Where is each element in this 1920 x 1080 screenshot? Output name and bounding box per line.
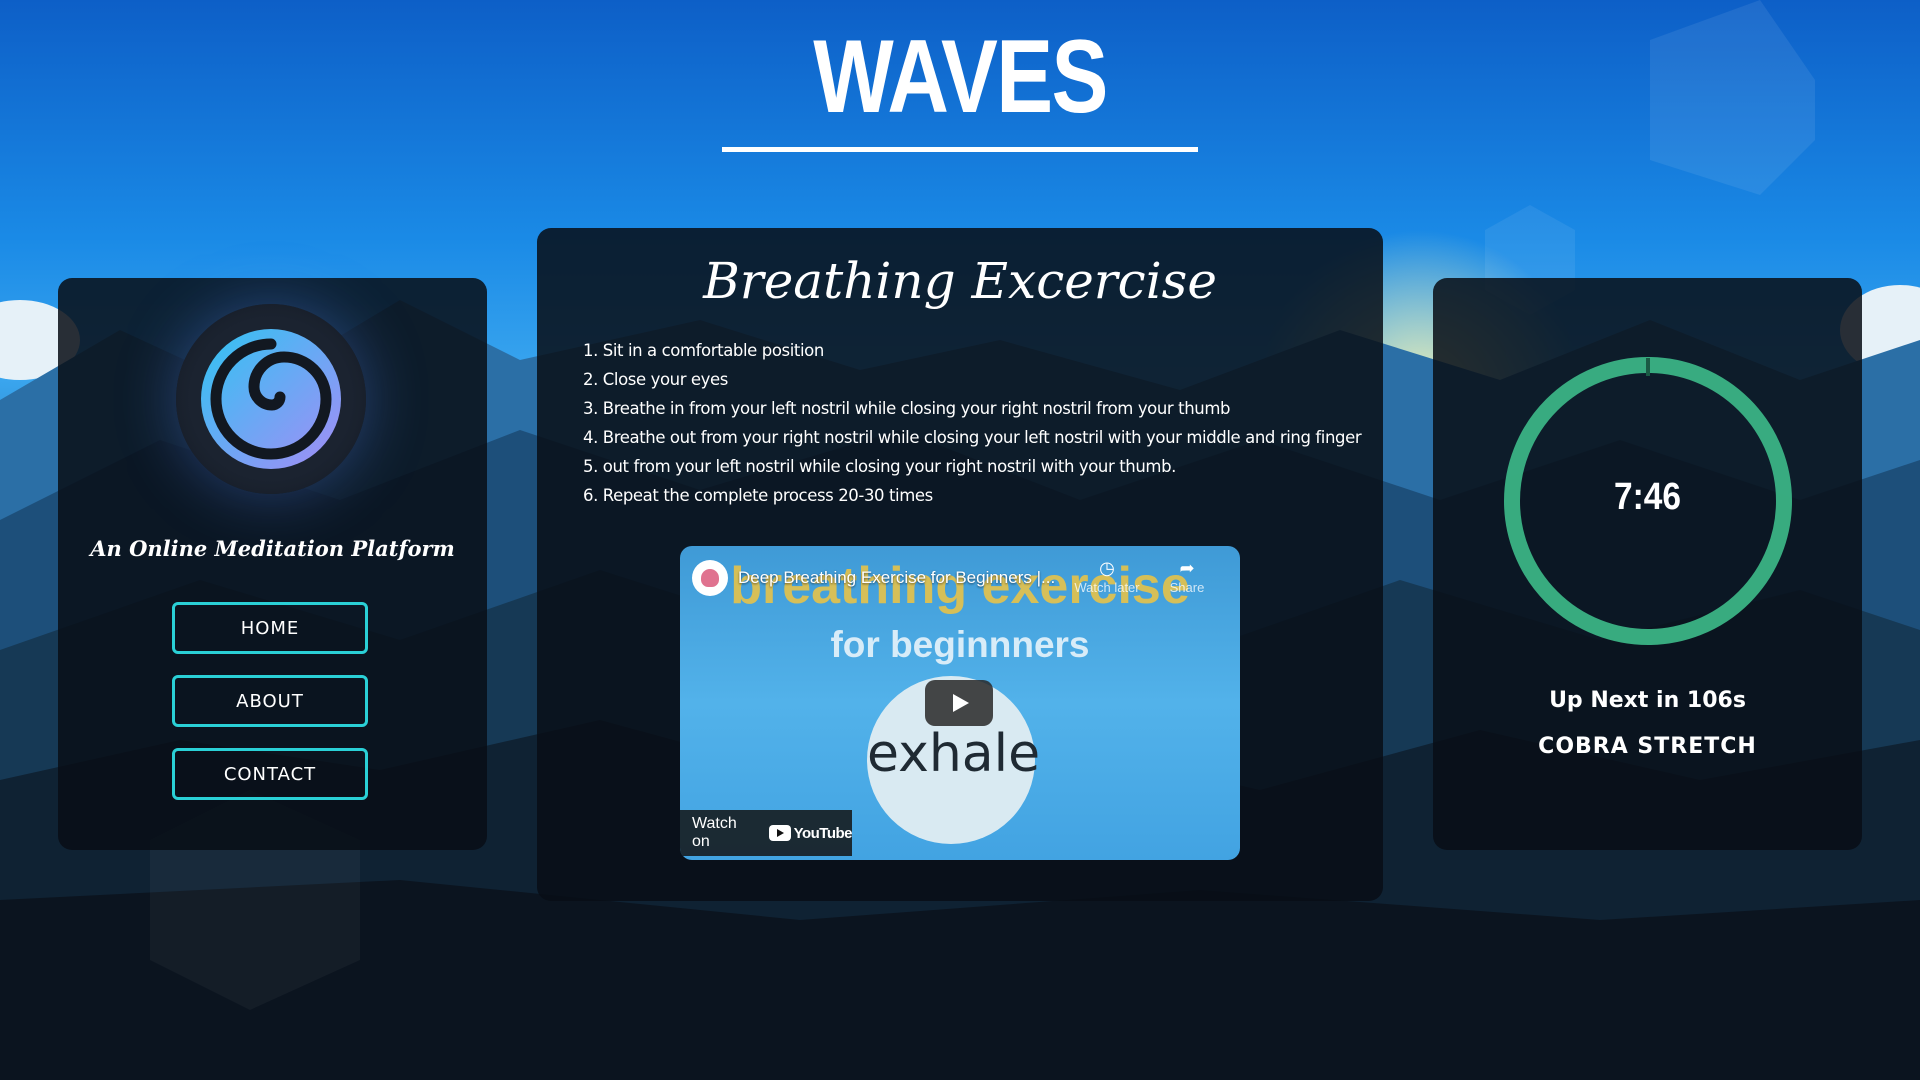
nav-contact-button[interactable]: CONTACT (172, 748, 368, 800)
exercise-panel: Breathing Excercise 1. Sit in a comforta… (537, 228, 1383, 901)
step-item: 5. out from your left nostril while clos… (583, 457, 1176, 476)
video-title[interactable]: Deep Breathing Exercise for Beginners |.… (738, 568, 1068, 588)
exhale-word: exhale (867, 724, 1041, 784)
timer-value: 7:46 (1614, 476, 1681, 518)
share-label: Share (1169, 580, 1205, 595)
next-exercise-name: COBRA STRETCH (1538, 734, 1757, 759)
app-tagline: An Online Meditation Platform (90, 536, 455, 561)
youtube-logo-icon: YouTube (768, 824, 853, 842)
channel-avatar[interactable] (692, 560, 728, 596)
up-next-text: Up Next in 106s (1549, 688, 1746, 713)
video-embed[interactable]: breathing exercise for beginnners exhale… (680, 546, 1240, 860)
wave-logo-icon (176, 304, 366, 494)
watch-on-label: Watch on (692, 815, 737, 850)
nav-home-button[interactable]: HOME (172, 602, 368, 654)
video-header: Deep Breathing Exercise for Beginners |.… (692, 558, 1228, 598)
watch-later-button[interactable]: ◷ Watch later (1072, 558, 1142, 595)
video-thumb-subheading: for beginnners (830, 624, 1090, 665)
step-item: 2. Close your eyes (583, 370, 728, 389)
share-button[interactable]: ➦ Share (1152, 558, 1222, 595)
title-underline (722, 147, 1198, 152)
exercise-steps: 1. Sit in a comfortable position 2. Clos… (583, 336, 1362, 510)
clock-icon: ◷ (1099, 558, 1115, 578)
nav-about-button[interactable]: ABOUT (172, 675, 368, 727)
watch-on-youtube-button[interactable]: Watch on YouTube (680, 810, 853, 856)
brand-panel: An Online Meditation Platform HOME ABOUT… (58, 278, 487, 850)
step-item: 6. Repeat the complete process 20-30 tim… (583, 486, 933, 505)
youtube-wordmark: YouTube (793, 824, 853, 842)
play-icon[interactable] (925, 680, 993, 726)
step-item: 4. Breathe out from your right nostril w… (583, 428, 1362, 447)
share-icon: ➦ (1179, 558, 1195, 578)
timer-panel: 7:46 Up Next in 106s COBRA STRETCH (1433, 278, 1862, 850)
youtube-play-icon (768, 825, 791, 841)
exercise-title: Breathing Excercise (703, 252, 1217, 310)
step-item: 3. Breathe in from your left nostril whi… (583, 399, 1231, 418)
app-title: WAVES (813, 19, 1108, 135)
step-item: 1. Sit in a comfortable position (583, 341, 824, 360)
watch-later-label: Watch later (1074, 580, 1140, 595)
